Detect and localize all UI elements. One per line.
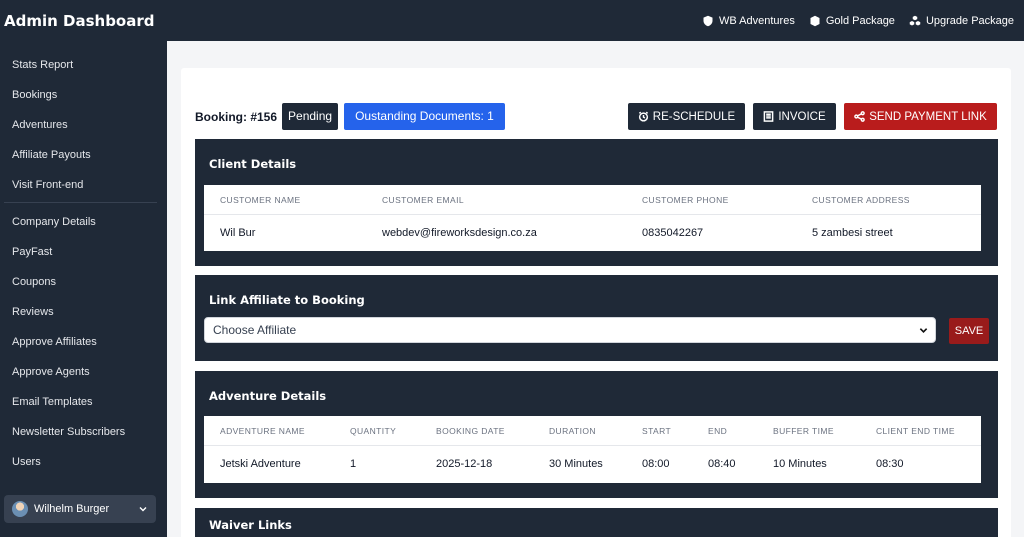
- column-header: BUFFER TIME: [773, 425, 834, 436]
- sidebar-item-coupons[interactable]: Coupons: [0, 267, 167, 297]
- avatar: [12, 501, 28, 517]
- sidebar: Stats Report Bookings Adventures Affilia…: [0, 41, 167, 537]
- app-title: Admin Dashboard: [4, 11, 155, 30]
- affiliate-select[interactable]: Choose Affiliate: [204, 317, 936, 343]
- buffer-time: 10 Minutes: [773, 458, 827, 470]
- status-badge: Pending: [282, 103, 339, 130]
- save-button[interactable]: SAVE: [949, 318, 989, 344]
- chevron-down-icon: [139, 507, 147, 512]
- adventure-details-title: Adventure Details: [209, 389, 327, 403]
- link-affiliate-title: Link Affiliate to Booking: [209, 293, 365, 307]
- sidebar-item-email-templates[interactable]: Email Templates: [0, 387, 167, 417]
- booking-date: 2025-12-18: [436, 458, 493, 470]
- top-links: WB Adventures Gold Package Upgrade Packa…: [702, 15, 1024, 27]
- upgrade-package-link[interactable]: Upgrade Package: [909, 15, 1014, 27]
- user-menu[interactable]: Wilhelm Burger: [4, 495, 156, 523]
- column-header: QUANTITY: [350, 425, 397, 436]
- sidebar-divider: [4, 202, 157, 203]
- column-header: CUSTOMER NAME: [220, 194, 301, 205]
- top-navbar: Admin Dashboard WB Adventures Gold Packa…: [0, 0, 1024, 41]
- end-time: 08:40: [708, 458, 736, 470]
- reschedule-button[interactable]: RE-SCHEDULE: [628, 103, 745, 130]
- chevron-down-icon: [919, 328, 928, 333]
- alarm-clock-icon: [638, 111, 648, 122]
- table-row: Jetski Adventure 1 2025-12-18 30 Minutes…: [204, 446, 981, 482]
- start-time: 08:00: [642, 458, 670, 470]
- upgrade-package-label: Upgrade Package: [925, 14, 1014, 27]
- invoice-button[interactable]: INVOICE: [753, 103, 836, 130]
- waiver-links-panel: Waiver Links: [195, 508, 998, 537]
- column-header: END: [708, 425, 728, 436]
- table-row: Wil Bur webdev@fireworksdesign.co.za 083…: [204, 215, 981, 251]
- adventure-table: ADVENTURE NAME QUANTITY BOOKING DATE DUR…: [204, 416, 981, 483]
- shield-icon: [703, 15, 713, 26]
- table-header-row: CUSTOMER NAME CUSTOMER EMAIL CUSTOMER PH…: [204, 185, 981, 215]
- wb-adventures-link[interactable]: WB Adventures: [702, 15, 795, 27]
- sidebar-item-approve-agents[interactable]: Approve Agents: [0, 357, 167, 387]
- client-table: CUSTOMER NAME CUSTOMER EMAIL CUSTOMER PH…: [204, 185, 981, 251]
- reschedule-label: RE-SCHEDULE: [652, 110, 736, 123]
- sidebar-item-bookings[interactable]: Bookings: [0, 80, 167, 110]
- booking-header: Booking: #156 Pending Oustanding Documen…: [195, 103, 505, 130]
- customer-name: Wil Bur: [220, 227, 256, 239]
- boxes-icon: [909, 15, 921, 25]
- waiver-links-title: Waiver Links: [209, 518, 292, 532]
- share-icon: [854, 111, 866, 122]
- client-end-time: 08:30: [876, 458, 904, 470]
- column-header: DURATION: [549, 425, 596, 436]
- column-header: CUSTOMER EMAIL: [382, 194, 464, 205]
- client-details-title: Client Details: [209, 157, 297, 171]
- sidebar-item-payfast[interactable]: PayFast: [0, 237, 167, 267]
- booking-number: Booking: #156: [195, 109, 278, 124]
- column-header: CUSTOMER PHONE: [642, 194, 729, 205]
- link-affiliate-panel: Link Affiliate to Booking Choose Affilia…: [195, 275, 998, 361]
- column-header: START: [642, 425, 672, 436]
- customer-phone: 0835042267: [642, 227, 704, 239]
- wb-adventures-label: WB Adventures: [719, 14, 795, 27]
- customer-email: webdev@fireworksdesign.co.za: [382, 227, 537, 239]
- adventure-name: Jetski Adventure: [220, 458, 301, 470]
- sidebar-item-approve-affiliates[interactable]: Approve Affiliates: [0, 327, 167, 357]
- documents-badge[interactable]: Oustanding Documents: 1: [344, 103, 505, 130]
- duration: 30 Minutes: [549, 458, 603, 470]
- sidebar-item-newsletter-subscribers[interactable]: Newsletter Subscribers: [0, 417, 167, 447]
- column-header: ADVENTURE NAME: [220, 425, 305, 436]
- affiliate-select-value: Choose Affiliate: [213, 323, 297, 337]
- invoice-label: INVOICE: [778, 110, 826, 123]
- sidebar-item-adventures[interactable]: Adventures: [0, 110, 167, 140]
- sidebar-item-affiliate-payouts[interactable]: Affiliate Payouts: [0, 140, 167, 170]
- column-header: CLIENT END TIME: [876, 425, 955, 436]
- user-name: Wilhelm Burger: [34, 503, 110, 515]
- sidebar-item-visit-front-end[interactable]: Visit Front-end: [0, 170, 167, 200]
- table-header-row: ADVENTURE NAME QUANTITY BOOKING DATE DUR…: [204, 416, 981, 446]
- box-icon: [810, 15, 820, 26]
- customer-address: 5 zambesi street: [812, 227, 893, 239]
- send-payment-link-button[interactable]: SEND PAYMENT LINK: [844, 103, 997, 130]
- quantity: 1: [350, 458, 357, 470]
- client-details-panel: Client Details CUSTOMER NAME CUSTOMER EM…: [195, 139, 998, 266]
- sidebar-item-users[interactable]: Users: [0, 447, 167, 477]
- column-header: BOOKING DATE: [436, 425, 505, 436]
- invoice-icon: [763, 111, 774, 122]
- column-header: CUSTOMER ADDRESS: [812, 194, 910, 205]
- gold-package-label: Gold Package: [825, 14, 895, 27]
- gold-package-link[interactable]: Gold Package: [809, 15, 895, 27]
- adventure-details-panel: Adventure Details ADVENTURE NAME QUANTIT…: [195, 371, 998, 498]
- sidebar-item-stats-report[interactable]: Stats Report: [0, 50, 167, 80]
- send-payment-label: SEND PAYMENT LINK: [869, 110, 987, 123]
- sidebar-item-reviews[interactable]: Reviews: [0, 297, 167, 327]
- sidebar-item-company-details[interactable]: Company Details: [0, 207, 167, 237]
